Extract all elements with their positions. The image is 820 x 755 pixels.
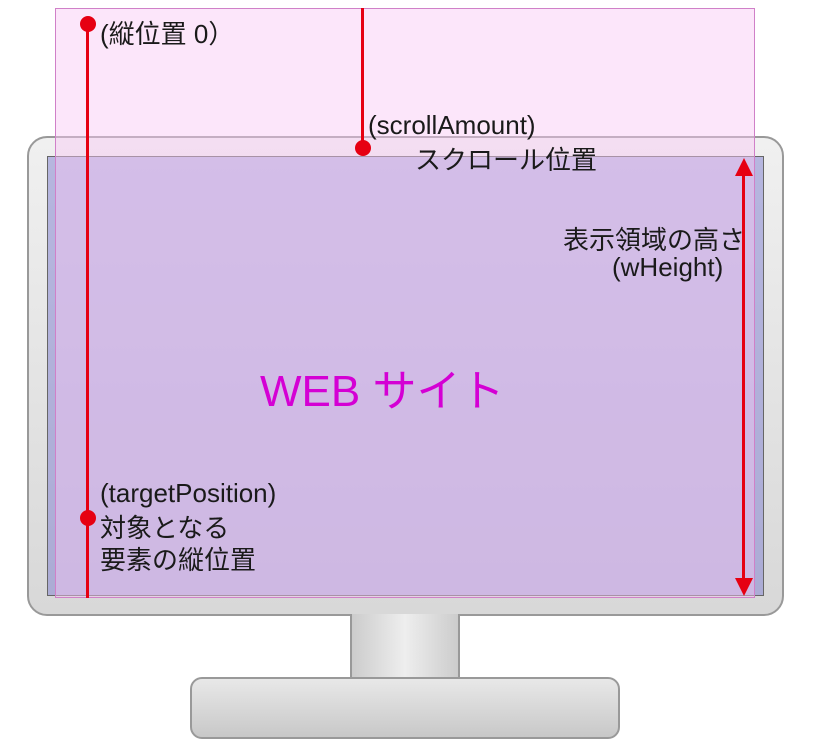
scroll-diagram: (縦位置 0） (scrollAmount) スクロール位置 表示領域の高さ (… — [0, 0, 820, 755]
arrow-up-icon — [735, 158, 753, 176]
label-target-variable: (targetPosition) — [100, 478, 276, 509]
origin-dot-icon — [80, 16, 96, 32]
monitor-base — [190, 677, 620, 739]
label-scroll-position: スクロール位置 — [415, 140, 597, 177]
label-target-line2: 要素の縦位置 — [100, 540, 256, 577]
scroll-dot-icon — [355, 140, 371, 156]
target-dot-icon — [80, 510, 96, 526]
label-height-variable: (wHeight) — [612, 252, 723, 283]
label-origin: (縦位置 0） — [100, 14, 234, 51]
monitor-neck — [350, 614, 460, 679]
label-website-title: WEB サイト — [260, 355, 504, 419]
scroll-indicator-line — [361, 8, 364, 148]
label-scroll-variable: (scrollAmount) — [368, 110, 536, 141]
arrow-down-icon — [735, 578, 753, 596]
